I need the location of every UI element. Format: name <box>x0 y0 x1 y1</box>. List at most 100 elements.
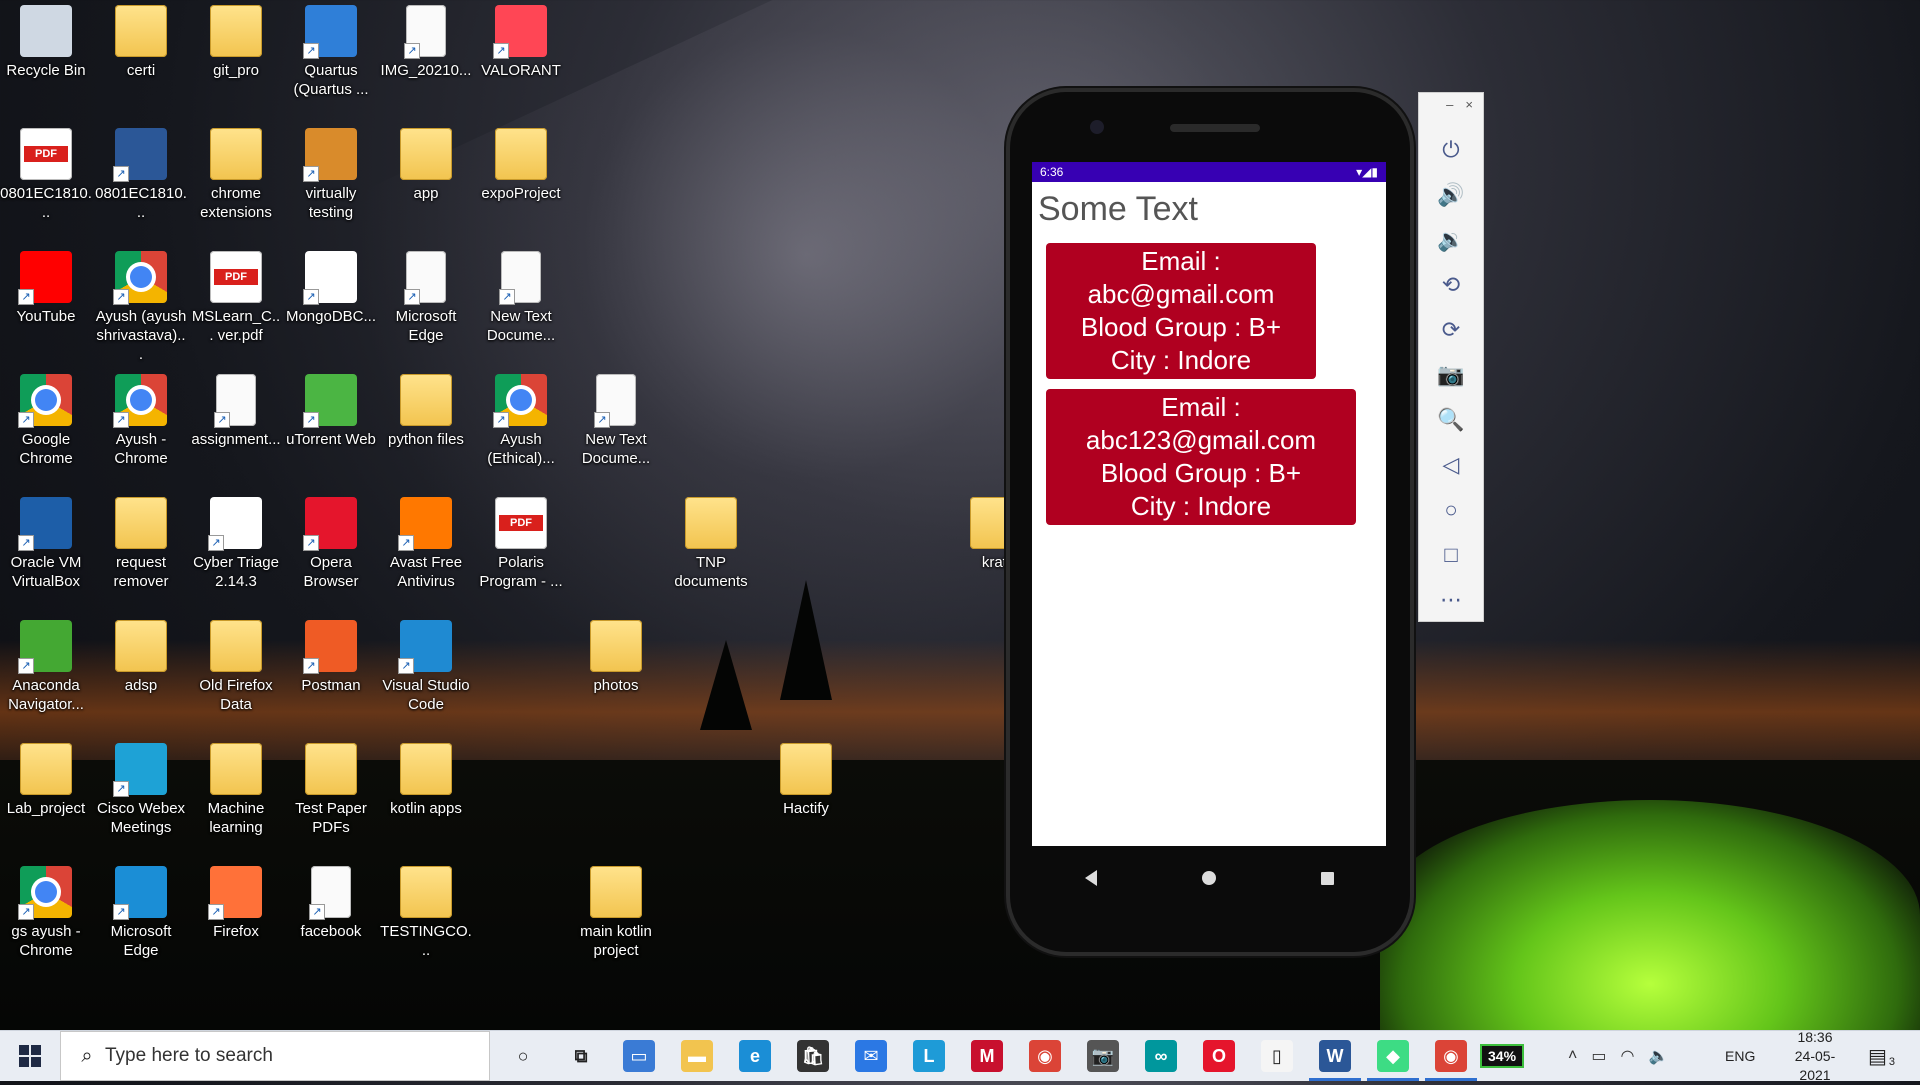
word-icon[interactable]: W <box>1309 1040 1361 1081</box>
front-camera <box>1090 120 1104 134</box>
desktop-icon[interactable]: YouTube <box>0 251 92 326</box>
desktop-icon[interactable]: uTorrent Web <box>285 374 377 449</box>
desktop-icon[interactable]: Ayush - Chrome <box>95 374 187 468</box>
home-icon[interactable]: ○ <box>1419 487 1483 532</box>
desktop-icon[interactable]: assignment... <box>190 374 282 449</box>
chrome-profile-icon[interactable]: ◉ <box>1425 1040 1477 1081</box>
chevron-up-icon[interactable]: ˄ <box>1568 1047 1577 1065</box>
mcafee-icon[interactable]: M <box>971 1040 1003 1072</box>
volume-icon[interactable]: 🔈 <box>1648 1046 1668 1066</box>
desktop-icon[interactable]: MongoDBC... <box>285 251 377 326</box>
postman-icon <box>303 620 357 674</box>
desktop-icon[interactable]: Cyber Triage 2.14.3 <box>190 497 282 591</box>
desktop-icon[interactable]: chrome extensions <box>190 128 282 222</box>
desktop-icon[interactable]: Ayush (Ethical)... <box>475 374 567 468</box>
desktop-icon[interactable]: Cisco Webex Meetings <box>95 743 187 837</box>
vscode-icon <box>398 620 452 674</box>
desktop-icon[interactable]: adsp <box>95 620 187 695</box>
desktop-icon[interactable]: PDF Polaris Program - ... <box>475 497 567 591</box>
desktop-icon[interactable]: Old Firefox Data <box>190 620 282 714</box>
more-icon[interactable]: ⋯ <box>1419 577 1483 622</box>
android-studio-icon[interactable]: ◆ <box>1367 1040 1419 1081</box>
desktop-icon-label: Postman <box>301 677 361 694</box>
desktop-icon[interactable]: app <box>380 128 472 203</box>
desktop-icon[interactable]: Hactify <box>760 743 852 818</box>
chrome-icon[interactable]: ◉ <box>1029 1040 1061 1072</box>
folder-icon <box>115 5 167 57</box>
desktop-icon[interactable]: New Text Docume... <box>475 251 567 345</box>
minimize-button[interactable]: – <box>1446 97 1453 127</box>
desktop-icon[interactable]: TESTINGCO... <box>380 866 472 960</box>
desktop-icon[interactable]: VALORANT <box>475 5 567 80</box>
rotate-left-icon[interactable]: ⟲ <box>1419 262 1483 307</box>
opera-icon[interactable]: O <box>1203 1040 1235 1072</box>
desktop-icon[interactable]: Lab_project <box>0 743 92 818</box>
desktop-icon[interactable]: New Text Docume... <box>570 374 662 468</box>
desktop-icon[interactable]: Firefox <box>190 866 282 941</box>
clock[interactable]: 18:36 24-05-2021 <box>1780 1029 1850 1083</box>
desktop-icon[interactable]: Postman <box>285 620 377 695</box>
this-pc-icon[interactable]: ▭ <box>623 1040 655 1072</box>
desktop-icon[interactable]: TNP documents <box>665 497 757 591</box>
desktop-icon[interactable]: facebook <box>285 866 377 941</box>
cortana-icon[interactable]: ○ <box>507 1040 539 1072</box>
desktop-icon[interactable]: Microsoft Edge <box>95 866 187 960</box>
task-view-icon[interactable]: ⧉ <box>565 1040 597 1072</box>
emulator-screen[interactable]: 6:36 ▾◢▮ Some Text Email : abc@gmail.com… <box>1032 162 1386 846</box>
store-icon[interactable]: 🛍 <box>797 1040 829 1072</box>
desktop-icon[interactable]: Google Chrome <box>0 374 92 468</box>
nav-recents-icon[interactable] <box>1320 871 1334 885</box>
desktop-icon[interactable]: Oracle VM VirtualBox <box>0 497 92 591</box>
mail-icon[interactable]: ✉ <box>855 1040 887 1072</box>
desktop-icon[interactable]: IMG_20210... <box>380 5 472 80</box>
overview-icon[interactable]: □ <box>1419 532 1483 577</box>
edge-icon[interactable]: e <box>739 1040 771 1072</box>
nav-back-icon[interactable] <box>1084 870 1097 886</box>
taskbar-search[interactable]: ⌕ Type here to search <box>60 1031 490 1081</box>
desktop-icon[interactable]: Ayush (ayush shrivastava)... <box>95 251 187 364</box>
desktop-icon[interactable]: Anaconda Navigator... <box>0 620 92 714</box>
desktop-icon[interactable]: Quartus (Quartus ... <box>285 5 377 99</box>
desktop-icon[interactable]: gs ayush - Chrome <box>0 866 92 960</box>
camera-icon[interactable]: 📷 <box>1087 1040 1119 1072</box>
desktop-icon[interactable]: Recycle Bin <box>0 5 92 80</box>
wifi-icon[interactable]: ◠ <box>1620 1046 1634 1066</box>
desktop-icon[interactable]: certi <box>95 5 187 80</box>
desktop-icon[interactable]: PDF MSLearn_C... ver.pdf <box>190 251 282 345</box>
desktop-icon[interactable]: git_pro <box>190 5 282 80</box>
desktop-icon[interactable]: Opera Browser <box>285 497 377 591</box>
nav-home-icon[interactable] <box>1201 871 1216 885</box>
desktop-icon[interactable]: request remover <box>95 497 187 591</box>
desktop-icon[interactable]: PDF 0801EC1810... <box>0 128 92 222</box>
rotate-right-icon[interactable]: ⟳ <box>1419 307 1483 352</box>
desktop-icon[interactable]: photos <box>570 620 662 695</box>
language-indicator[interactable]: ENG <box>1725 1031 1755 1081</box>
close-button[interactable]: × <box>1465 97 1473 127</box>
network-icon[interactable]: ▭ <box>1591 1046 1606 1066</box>
zoom-icon[interactable]: 🔍 <box>1419 397 1483 442</box>
desktop-icon[interactable]: Machine learning <box>190 743 282 837</box>
notepad-icon[interactable]: ▯ <box>1261 1040 1293 1072</box>
desktop-icon-label: Lab_project <box>6 800 86 817</box>
start-button[interactable] <box>0 1031 60 1081</box>
back-icon[interactable]: ◁ <box>1419 442 1483 487</box>
desktop-icon[interactable]: main kotlin project <box>570 866 662 960</box>
volume-up-icon[interactable]: 🔊 <box>1419 172 1483 217</box>
l-app-icon[interactable]: L <box>913 1040 945 1072</box>
desktop-icon[interactable]: Avast Free Antivirus <box>380 497 472 591</box>
desktop-icon[interactable]: python files <box>380 374 472 449</box>
power-icon[interactable]: ⏻ <box>1419 127 1483 172</box>
volume-down-icon[interactable]: 🔉 <box>1419 217 1483 262</box>
battery-indicator[interactable]: 34% <box>1480 1031 1525 1081</box>
desktop-icon[interactable]: Test Paper PDFs <box>285 743 377 837</box>
desktop-icon[interactable]: Visual Studio Code <box>380 620 472 714</box>
file-explorer-icon[interactable]: ▬ <box>681 1040 713 1072</box>
desktop-icon[interactable]: kotlin apps <box>380 743 472 818</box>
desktop-icon[interactable]: expoProject <box>475 128 567 203</box>
desktop-icon[interactable]: virtually testing <box>285 128 377 222</box>
notification-center[interactable]: ▤ 3 <box>1868 1031 1895 1081</box>
desktop-icon[interactable]: 0801EC1810... <box>95 128 187 222</box>
desktop-icon[interactable]: Microsoft Edge <box>380 251 472 345</box>
camera-icon[interactable]: 📷 <box>1419 352 1483 397</box>
arduino-icon[interactable]: ∞ <box>1145 1040 1177 1072</box>
